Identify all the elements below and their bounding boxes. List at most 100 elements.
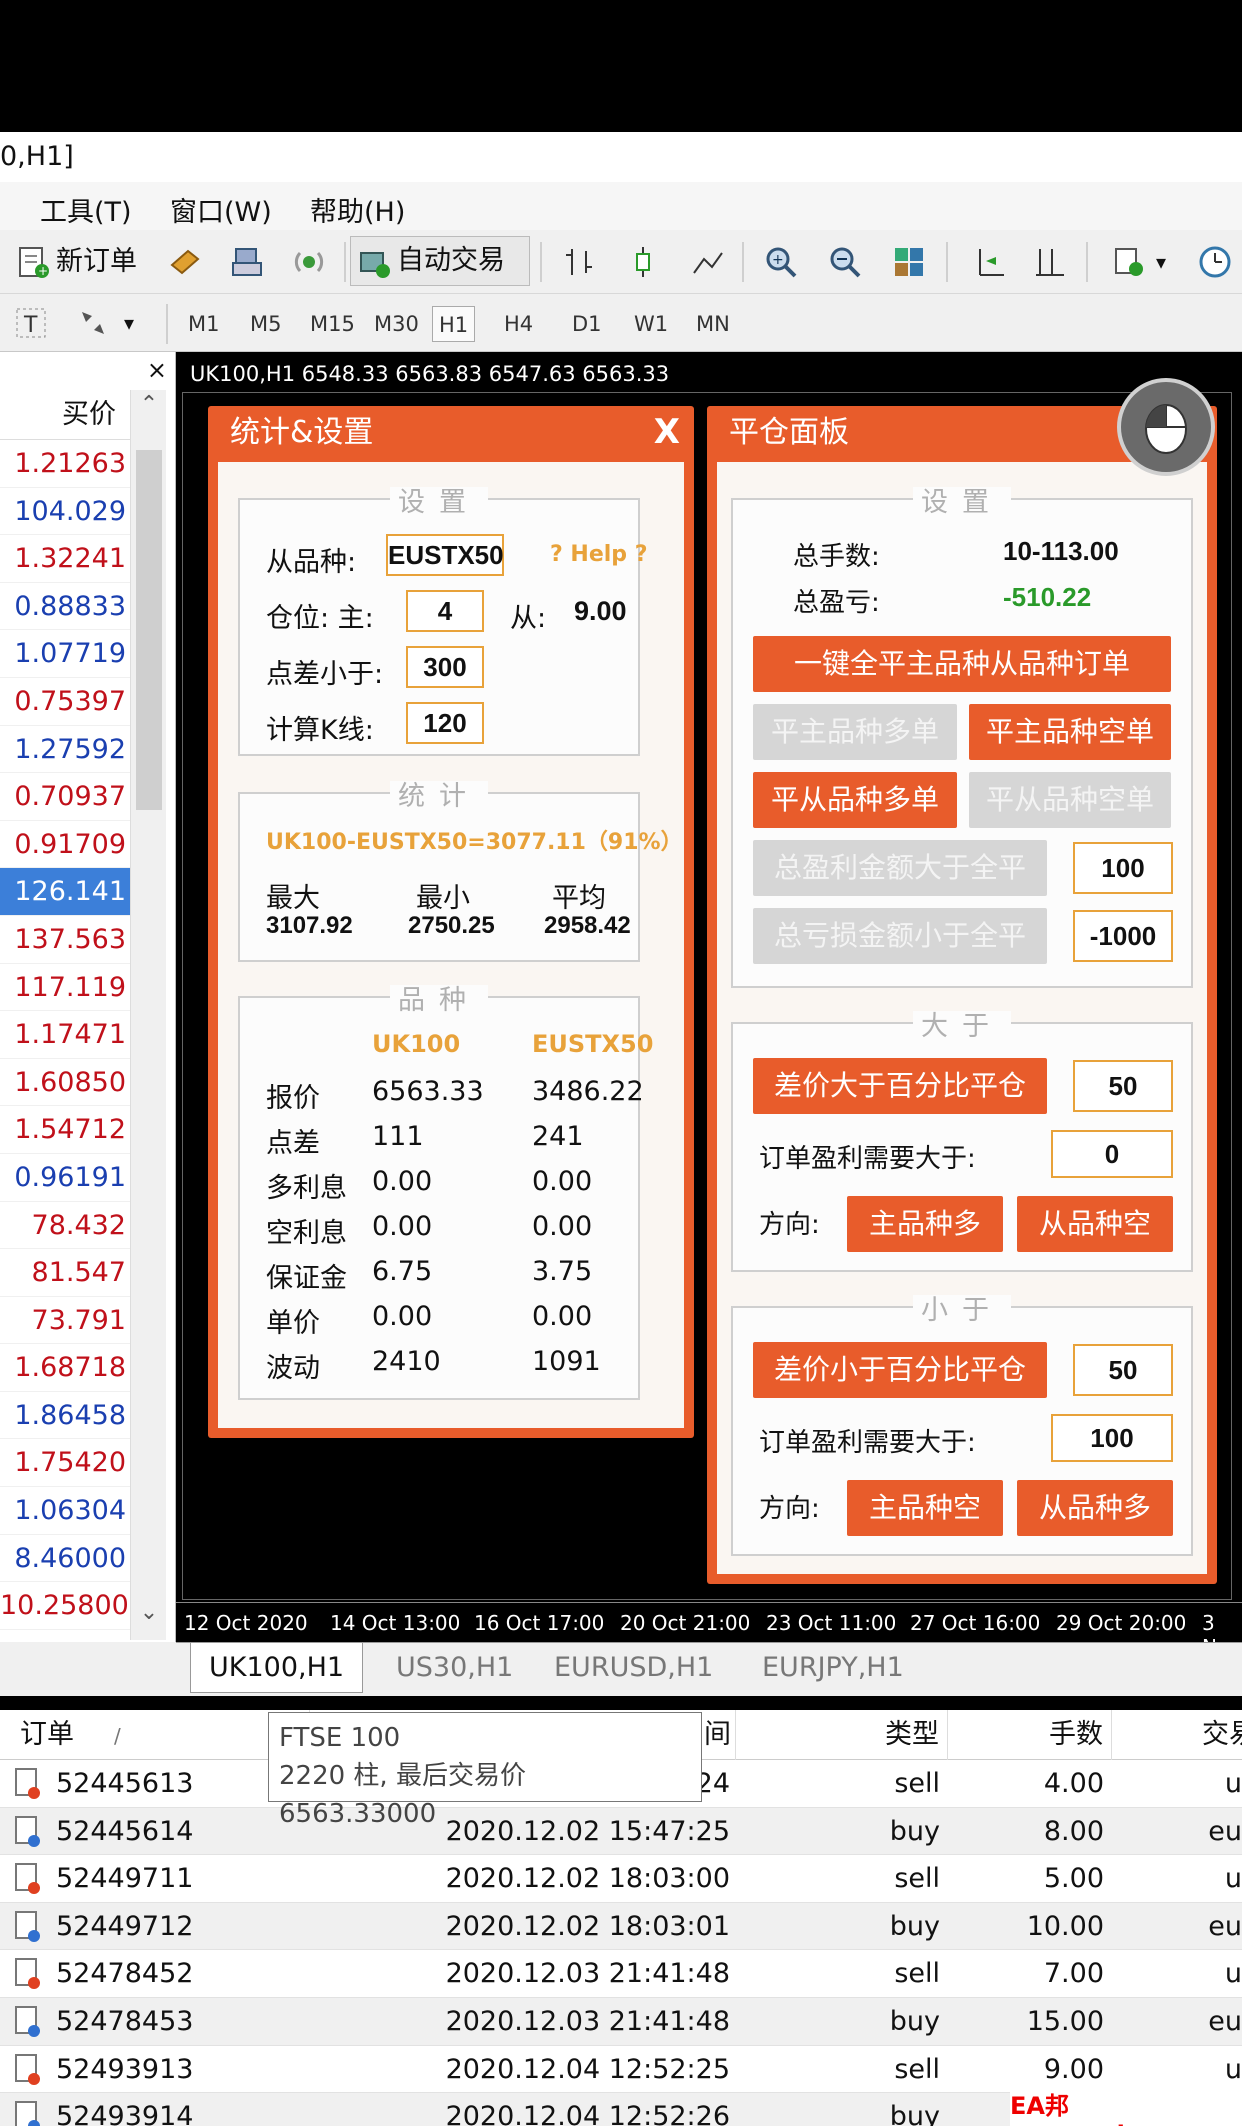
profit-close-input[interactable]: 100 [1073, 842, 1173, 894]
new-order-button[interactable]: 新订单 [56, 243, 137, 281]
price-row[interactable]: 0.70937 [0, 773, 130, 821]
tab-eurjpy[interactable]: EURJPY,H1 [744, 1643, 922, 1693]
close-main-buy-button[interactable]: 平主品种多单 [753, 704, 957, 760]
profit-close-all-button[interactable]: 总盈利金额大于全平 [753, 840, 1047, 896]
text-tool-icon[interactable]: T [12, 304, 50, 342]
price-row[interactable]: 73.791 [0, 1297, 130, 1345]
price-row[interactable]: 1.07719 [0, 630, 130, 678]
spread-greater-input[interactable]: 50 [1073, 1060, 1173, 1112]
order-column-header[interactable]: 订单 / [0, 1710, 310, 1760]
symbol-column-header[interactable]: 交易 [1112, 1710, 1242, 1760]
tf-m1[interactable]: M1 [182, 306, 225, 342]
price-row[interactable]: 1.60850 [0, 1059, 130, 1107]
price-row[interactable]: 104.029 [0, 488, 130, 536]
clock-icon[interactable] [1196, 243, 1234, 281]
tab-us30[interactable]: US30,H1 [378, 1643, 531, 1693]
zoom-in-icon[interactable]: + [762, 243, 800, 281]
scroll-up-icon[interactable]: ⌃ [131, 392, 167, 428]
table-row[interactable]: 52449711 2020.12.02 18:03:00 sell 5.00 u [0, 1855, 1242, 1903]
price-row[interactable]: 1.21263 [0, 440, 130, 488]
main-sell-direction-button[interactable]: 主品种空 [847, 1480, 1003, 1536]
price-row[interactable]: 137.563 [0, 916, 130, 964]
tf-m5[interactable]: M5 [244, 306, 287, 342]
chevron-down-icon[interactable]: ▾ [124, 304, 134, 342]
tile-windows-icon[interactable] [890, 243, 928, 281]
price-row[interactable]: 1.06304 [0, 1487, 130, 1535]
auto-scroll-icon[interactable] [1030, 243, 1068, 281]
price-row[interactable]: 1.27592 [0, 726, 130, 774]
main-buy-direction-button[interactable]: 主品种多 [847, 1196, 1003, 1252]
mouse-icon[interactable] [1117, 378, 1215, 476]
menu-help[interactable]: 帮助(H) [310, 190, 405, 229]
close-main-sell-button[interactable]: 平主品种空单 [969, 704, 1171, 760]
table-row[interactable]: 52478452 2020.12.03 21:41:48 sell 7.00 u [0, 1950, 1242, 1998]
signal-icon[interactable] [290, 243, 328, 281]
menu-window[interactable]: 窗口(W) [170, 190, 272, 229]
main-lots-input[interactable]: 4 [406, 590, 484, 632]
tf-m15[interactable]: M15 [304, 306, 361, 342]
tf-h4[interactable]: H4 [498, 306, 539, 342]
line-chart-icon[interactable] [688, 243, 726, 281]
sub-buy-direction-button[interactable]: 从品种多 [1017, 1480, 1173, 1536]
sub-sell-direction-button[interactable]: 从品种空 [1017, 1196, 1173, 1252]
price-row[interactable]: 126.141 [0, 868, 130, 916]
new-order-icon[interactable]: + [14, 243, 52, 281]
sub-symbol-input[interactable]: EUSTX50 [386, 534, 504, 576]
indicators-icon[interactable] [1110, 243, 1148, 281]
market-watch-scrollbar[interactable]: ⌃ ⌄ [130, 390, 166, 1640]
price-row[interactable]: 117.119 [0, 964, 130, 1012]
scrollbar-thumb[interactable] [136, 450, 162, 810]
close-panel-button[interactable]: X [654, 412, 680, 452]
scroll-down-icon[interactable]: ⌄ [131, 1600, 167, 1636]
loss-close-all-button[interactable]: 总亏损金额小于全平 [753, 908, 1047, 964]
auto-trading-button[interactable]: 自动交易 [350, 236, 530, 286]
print-icon[interactable] [228, 243, 266, 281]
help-link[interactable]: ? Help ? [550, 542, 647, 567]
lots-column-header[interactable]: 手数 [948, 1710, 1112, 1760]
price-row[interactable]: 10.25800 [0, 1582, 130, 1630]
close-icon[interactable]: × [147, 356, 167, 384]
spread-limit-input[interactable]: 300 [406, 646, 484, 688]
price-row[interactable]: 0.88833 [0, 583, 130, 631]
price-row[interactable]: 1.86458 [0, 1392, 130, 1440]
price-row[interactable]: 1.54712 [0, 1106, 130, 1154]
bar-chart-icon[interactable] [560, 243, 598, 281]
price-row[interactable]: 8.46000 [0, 1535, 130, 1583]
close-sub-buy-button[interactable]: 平从品种多单 [753, 772, 957, 828]
price-row[interactable]: 1.32241 [0, 535, 130, 583]
price-row[interactable]: 78.432 [0, 1202, 130, 1250]
bid-column-header[interactable]: 买价 [0, 390, 130, 440]
arrows-tool-icon[interactable] [74, 304, 112, 342]
tf-h1[interactable]: H1 [432, 306, 476, 342]
price-row[interactable]: 81.547 [0, 1249, 130, 1297]
spread-less-close-button[interactable]: 差价小于百分比平仓 [753, 1342, 1047, 1398]
candlestick-icon[interactable] [624, 243, 662, 281]
price-row[interactable]: 1.17471 [0, 1011, 130, 1059]
history-icon[interactable] [166, 243, 204, 281]
tab-uk100[interactable]: UK100,H1 [190, 1643, 364, 1693]
price-row[interactable]: 0.75397 [0, 678, 130, 726]
zoom-out-icon[interactable] [826, 243, 864, 281]
spread-less-input[interactable]: 50 [1073, 1344, 1173, 1396]
tf-mn[interactable]: MN [690, 306, 736, 342]
table-row[interactable]: 52449712 2020.12.02 18:03:01 buy 10.00 eu [0, 1902, 1242, 1951]
loss-close-input[interactable]: -1000 [1073, 910, 1173, 962]
price-row[interactable]: 1.68718 [0, 1344, 130, 1392]
menu-tools[interactable]: 工具(T) [40, 190, 132, 229]
tf-m30[interactable]: M30 [368, 306, 425, 342]
tf-d1[interactable]: D1 [566, 306, 608, 342]
chevron-down-icon[interactable]: ▾ [1156, 243, 1166, 281]
close-all-button[interactable]: 一键全平主品种从品种订单 [753, 636, 1171, 692]
close-sub-sell-button[interactable]: 平从品种空单 [969, 772, 1171, 828]
tab-eurusd[interactable]: EURUSD,H1 [536, 1643, 731, 1693]
price-row[interactable]: 1.75420 [0, 1439, 130, 1488]
price-row[interactable]: 0.96191 [0, 1154, 130, 1202]
spread-greater-close-button[interactable]: 差价大于百分比平仓 [753, 1058, 1047, 1114]
tf-w1[interactable]: W1 [628, 306, 674, 342]
price-row[interactable]: 0.91709 [0, 821, 130, 869]
type-column-header[interactable]: 类型 [736, 1710, 948, 1760]
min-profit-input[interactable]: 100 [1051, 1414, 1173, 1462]
min-profit-input[interactable]: 0 [1051, 1130, 1173, 1178]
table-row[interactable]: 52478453 2020.12.03 21:41:48 buy 15.00 eu [0, 1998, 1242, 2046]
bars-input[interactable]: 120 [406, 702, 484, 744]
